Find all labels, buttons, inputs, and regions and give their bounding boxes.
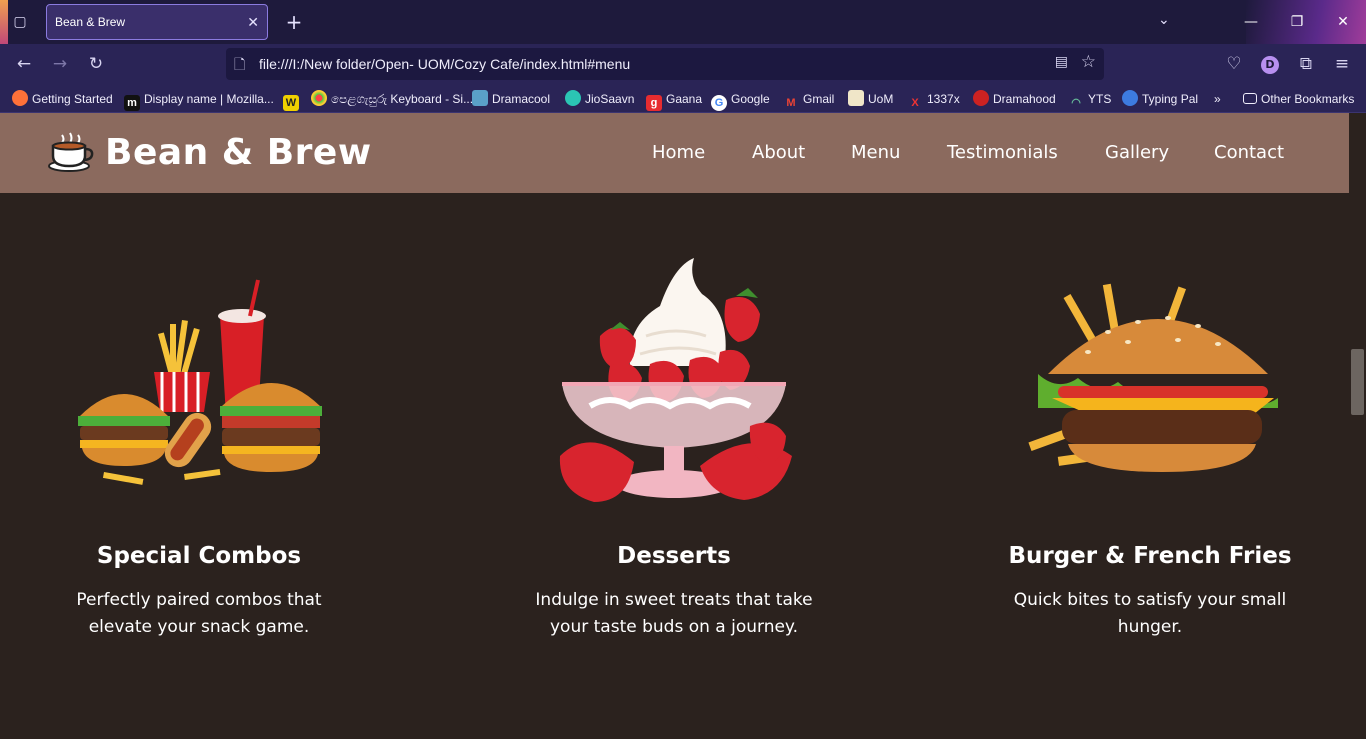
bookmark-item[interactable]: X 1337x xyxy=(907,90,959,109)
menu-hamburger-icon[interactable]: ≡ xyxy=(1330,52,1354,76)
site-header: Bean & Brew Home About Menu Testimonials… xyxy=(0,113,1349,193)
bookmark-item[interactable]: W xyxy=(283,90,303,111)
address-bar[interactable]: 🗋 file:///I:/New folder/Open- UOM/Cozy C… xyxy=(226,48,1104,80)
x-icon: X xyxy=(911,97,919,109)
bookmark-star-icon[interactable]: ☆ xyxy=(1081,52,1096,72)
typingpal-icon xyxy=(1122,90,1138,106)
bookmark-item[interactable]: Typing Pal xyxy=(1122,90,1198,108)
reload-icon[interactable]: ↻ xyxy=(84,52,108,76)
folder-icon xyxy=(1243,93,1257,104)
combo-image xyxy=(78,279,322,485)
w-icon: W xyxy=(283,95,299,111)
bookmark-item[interactable]: ◠ YTS xyxy=(1068,90,1111,109)
chevron-down-icon[interactable]: ⌄ xyxy=(1158,12,1170,28)
menu-item-title: Special Combos xyxy=(96,543,302,569)
bookmark-item[interactable]: Getting Started xyxy=(12,90,113,108)
page-icon: 🗋 xyxy=(234,57,246,73)
tab-overview-icon[interactable]: ▢ xyxy=(10,12,30,32)
bookmark-item[interactable]: පෙළගැසුරු Keyboard - Si... xyxy=(311,90,473,108)
menu-item-title: Desserts xyxy=(617,543,731,569)
back-arrow-icon[interactable]: ← xyxy=(12,52,36,76)
tab-active[interactable]: Bean & Brew ✕ xyxy=(46,4,268,40)
nav-link-menu[interactable]: Menu xyxy=(851,141,900,165)
coffee-cup-icon xyxy=(48,132,94,172)
other-bookmarks[interactable]: Other Bookmarks xyxy=(1243,90,1354,108)
minimize-button[interactable]: — xyxy=(1228,0,1274,44)
profile-avatar[interactable]: D xyxy=(1261,56,1279,74)
burger-image xyxy=(1028,283,1278,472)
gaana-icon: g xyxy=(646,95,662,111)
page-scrollbar[interactable] xyxy=(1349,113,1366,739)
theme-accent xyxy=(0,0,8,44)
dramacool-icon xyxy=(472,90,488,106)
bookmark-item[interactable]: m Display name | Mozilla... xyxy=(124,90,274,111)
reader-view-icon[interactable]: ▤ xyxy=(1055,54,1068,70)
menu-item-description: Quick bites to satisfy your small hunger… xyxy=(1013,590,1287,637)
close-window-button[interactable]: ✕ xyxy=(1320,0,1366,44)
menu-item-title: Burger & French Fries xyxy=(1008,543,1292,569)
nav-link-gallery[interactable]: Gallery xyxy=(1105,141,1169,165)
bookmarks-toolbar: Getting Started m Display name | Mozilla.… xyxy=(0,84,1366,113)
browser-toolbar: ← → ↻ 🗋 file:///I:/New folder/Open- UOM/… xyxy=(0,44,1366,84)
nav-link-home[interactable]: Home xyxy=(652,141,705,165)
yts-icon: ◠ xyxy=(1071,97,1081,109)
bookmark-item[interactable]: Dramacool xyxy=(472,90,550,108)
mdn-icon: m xyxy=(124,95,140,111)
pocket-icon[interactable]: ♡ xyxy=(1222,52,1246,76)
uom-icon xyxy=(848,90,864,106)
tab-title: Bean & Brew xyxy=(55,15,126,29)
bookmark-item[interactable]: g Gaana xyxy=(646,90,702,111)
jiosaavn-icon xyxy=(565,90,581,106)
scrollbar-thumb[interactable] xyxy=(1351,349,1364,415)
bookmark-item[interactable]: G Google xyxy=(711,90,770,111)
nav-link-testimonials[interactable]: Testimonials xyxy=(947,141,1058,165)
menu-item-description: Indulge in sweet treats that take your t… xyxy=(535,590,813,637)
new-tab-button[interactable]: + xyxy=(282,10,306,34)
more-bookmarks-icon[interactable]: » xyxy=(1214,90,1221,108)
bookmark-item[interactable]: Dramahood xyxy=(973,90,1056,108)
close-tab-icon[interactable]: ✕ xyxy=(247,5,259,39)
restore-button[interactable]: ❐ xyxy=(1274,0,1320,44)
browser-tab-bar: ▢ Bean & Brew ✕ + ⌄ — ❐ ✕ xyxy=(0,0,1366,44)
bookmark-item[interactable]: JioSaavn xyxy=(565,90,634,108)
google-icon: G xyxy=(711,95,727,111)
url-text[interactable]: file:///I:/New folder/Open- UOM/Cozy Caf… xyxy=(259,48,630,80)
brand-name[interactable]: Bean & Brew xyxy=(105,125,372,181)
forward-arrow-icon[interactable]: → xyxy=(48,52,72,76)
nav-link-about[interactable]: About xyxy=(752,141,805,165)
dessert-image xyxy=(559,258,792,502)
keyboard-icon xyxy=(311,90,327,106)
bookmark-item[interactable]: UoM xyxy=(848,90,893,108)
bookmark-item[interactable]: M Gmail xyxy=(783,90,834,109)
extensions-icon[interactable]: ⧉ xyxy=(1294,52,1318,76)
menu-item-description: Perfectly paired combos that elevate you… xyxy=(76,590,322,637)
gmail-icon: M xyxy=(786,97,796,109)
nav-link-contact[interactable]: Contact xyxy=(1214,141,1284,165)
firefox-icon xyxy=(12,90,28,106)
dramahood-icon xyxy=(973,90,989,106)
